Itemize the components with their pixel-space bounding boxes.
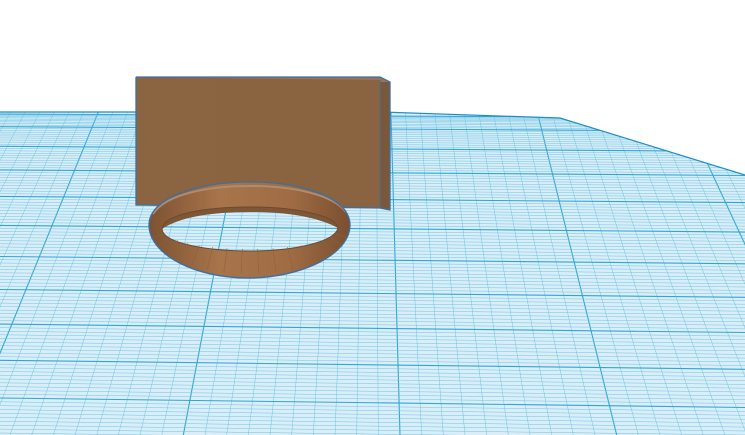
scene-canvas[interactable] (0, 0, 745, 435)
box-side-face[interactable] (380, 80, 390, 210)
3d-viewport[interactable] (0, 0, 745, 435)
